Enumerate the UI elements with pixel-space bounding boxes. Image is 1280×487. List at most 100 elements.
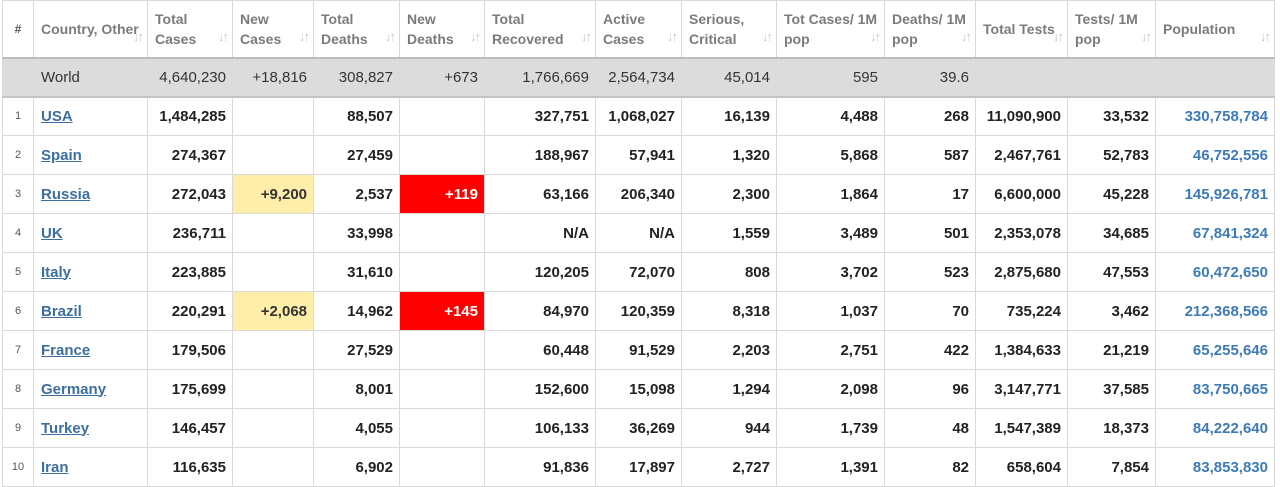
cell-population: 83,750,665 <box>1155 369 1275 409</box>
sort-icon[interactable]: ↓↑ <box>870 27 881 47</box>
cell-new-deaths <box>399 330 485 370</box>
world-row: World 4,640,230 +18,816 308,827 +673 1,766,66… <box>2 57 1275 98</box>
cell-total-deaths: 308,827 <box>313 57 400 98</box>
cell-country: Brazil <box>33 291 148 331</box>
column-header-active-cases[interactable]: Active Cases ↓↑ <box>595 0 682 59</box>
cell-population: 212,368,566 <box>1155 291 1275 331</box>
cell-num: 9 <box>2 408 34 448</box>
column-header-label: Population <box>1163 20 1236 37</box>
cell-total-tests: 1,384,633 <box>975 330 1068 370</box>
column-header-deaths-1m[interactable]: Deaths/ 1M pop ↓↑ <box>884 0 976 59</box>
column-header-label: Serious, Critical <box>689 10 745 47</box>
cell-new-deaths: +673 <box>399 57 485 98</box>
cell-total-tests: 735,224 <box>975 291 1068 331</box>
cell-total-tests: 3,147,771 <box>975 369 1068 409</box>
cell-new-deaths <box>399 447 485 487</box>
cell-new-cases <box>232 408 314 448</box>
cell-total-tests: 2,467,761 <box>975 135 1068 175</box>
cell-serious-critical: 1,294 <box>681 369 777 409</box>
column-header-label: Deaths/ 1M pop <box>892 10 966 47</box>
cell-total-recovered: 152,600 <box>484 369 596 409</box>
cell-deaths-1m: 587 <box>884 135 976 175</box>
sort-icon[interactable]: ↓↑ <box>581 27 592 47</box>
sort-icon[interactable]: ↓↑ <box>1141 27 1152 47</box>
cell-active-cases: 15,098 <box>595 369 682 409</box>
cell-tests-1m: 18,373 <box>1067 408 1156 448</box>
country-link[interactable]: Russia <box>41 186 90 203</box>
table-row: 4 UK 236,711 33,998 N/A N/A 1,559 3,489 501 2,353… <box>2 213 1275 253</box>
sort-icon[interactable]: ↓↑ <box>299 27 310 47</box>
table-row: 7 France 179,506 27,529 60,448 91,529 2,203 2,7… <box>2 330 1275 370</box>
sort-icon[interactable]: ↓↑ <box>667 27 678 47</box>
cell-total-recovered: 1,766,669 <box>484 57 596 98</box>
cell-total-tests: 658,604 <box>975 447 1068 487</box>
sort-icon[interactable]: ↓↑ <box>218 27 229 47</box>
cell-total-cases: 116,635 <box>147 447 233 487</box>
column-header-country[interactable]: Country, Other ↓↑ <box>33 0 148 59</box>
cell-total-cases: 4,640,230 <box>147 57 233 98</box>
column-header-new-cases[interactable]: New Cases ↓↑ <box>232 0 314 59</box>
sort-icon[interactable]: ↓↑ <box>470 27 481 47</box>
cell-deaths-1m: 17 <box>884 174 976 214</box>
sort-icon[interactable]: ↓↑ <box>961 27 972 47</box>
country-link[interactable]: Italy <box>41 264 71 281</box>
column-header-total-recovered[interactable]: Total Recovered ↓↑ <box>484 0 596 59</box>
column-header-population[interactable]: Population ↓↑ <box>1155 0 1275 59</box>
cell-num: 2 <box>2 135 34 175</box>
country-link[interactable]: Brazil <box>41 303 82 320</box>
cell-tests-1m: 7,854 <box>1067 447 1156 487</box>
sort-icon[interactable]: ↓↑ <box>1260 27 1271 47</box>
country-link[interactable]: Turkey <box>41 420 89 437</box>
sort-icon[interactable]: ↓↑ <box>762 27 773 47</box>
column-header-total-tests[interactable]: Total Tests ↓↑ <box>975 0 1068 59</box>
cell-tot-cases-1m: 3,489 <box>776 213 885 253</box>
country-link[interactable]: UK <box>41 225 63 242</box>
column-header-new-deaths[interactable]: New Deaths ↓↑ <box>399 0 485 59</box>
cell-population: 65,255,646 <box>1155 330 1275 370</box>
column-header-label: # <box>14 21 22 36</box>
covid-stats-table: # Country, Other ↓↑ Total Cases ↓↑ New Cases ↓… <box>2 0 1275 487</box>
country-link[interactable]: Germany <box>41 381 106 398</box>
cell-new-cases: +9,200 <box>232 174 314 214</box>
cell-total-deaths: 88,507 <box>313 96 400 136</box>
cell-total-cases: 272,043 <box>147 174 233 214</box>
cell-num: 3 <box>2 174 34 214</box>
cell-total-tests: 2,875,680 <box>975 252 1068 292</box>
cell-country: Italy <box>33 252 148 292</box>
sort-icon[interactable]: ↓↑ <box>1053 27 1064 47</box>
cell-total-tests: 2,353,078 <box>975 213 1068 253</box>
cell-active-cases: 72,070 <box>595 252 682 292</box>
cell-deaths-1m: 48 <box>884 408 976 448</box>
cell-tests-1m: 34,685 <box>1067 213 1156 253</box>
cell-population: 46,752,556 <box>1155 135 1275 175</box>
column-header-serious-critical[interactable]: Serious, Critical ↓↑ <box>681 0 777 59</box>
table-row: 1 USA 1,484,285 88,507 327,751 1,068,027 16,13… <box>2 96 1275 136</box>
cell-total-deaths: 27,459 <box>313 135 400 175</box>
cell-country: Turkey <box>33 408 148 448</box>
country-link[interactable]: Iran <box>41 459 69 476</box>
sort-icon[interactable]: ↓↑ <box>133 27 144 47</box>
column-header-total-cases[interactable]: Total Cases ↓↑ <box>147 0 233 59</box>
cell-total-cases: 220,291 <box>147 291 233 331</box>
table-header: # Country, Other ↓↑ Total Cases ↓↑ New Cases ↓… <box>2 0 1275 59</box>
cell-country: Iran <box>33 447 148 487</box>
cell-new-cases <box>232 447 314 487</box>
country-link[interactable]: Spain <box>41 147 82 164</box>
cell-active-cases: 91,529 <box>595 330 682 370</box>
country-link[interactable]: France <box>41 342 90 359</box>
cell-new-deaths <box>399 252 485 292</box>
cell-tot-cases-1m: 3,702 <box>776 252 885 292</box>
cell-total-recovered: 327,751 <box>484 96 596 136</box>
sort-icon[interactable]: ↓↑ <box>385 27 396 47</box>
cell-deaths-1m: 422 <box>884 330 976 370</box>
column-header-num: # <box>2 0 34 59</box>
country-link[interactable]: USA <box>41 108 73 125</box>
table-row: 2 Spain 274,367 27,459 188,967 57,941 1,320 5,8… <box>2 135 1275 175</box>
cell-tot-cases-1m: 1,391 <box>776 447 885 487</box>
column-header-tot-cases-1m[interactable]: Tot Cases/ 1M pop ↓↑ <box>776 0 885 59</box>
cell-serious-critical: 16,139 <box>681 96 777 136</box>
column-header-total-deaths[interactable]: Total Deaths ↓↑ <box>313 0 400 59</box>
column-header-tests-1m[interactable]: Tests/ 1M pop ↓↑ <box>1067 0 1156 59</box>
table-row: 6 Brazil 220,291 +2,068 14,962 +145 84,970 120,… <box>2 291 1275 331</box>
cell-tot-cases-1m: 1,864 <box>776 174 885 214</box>
